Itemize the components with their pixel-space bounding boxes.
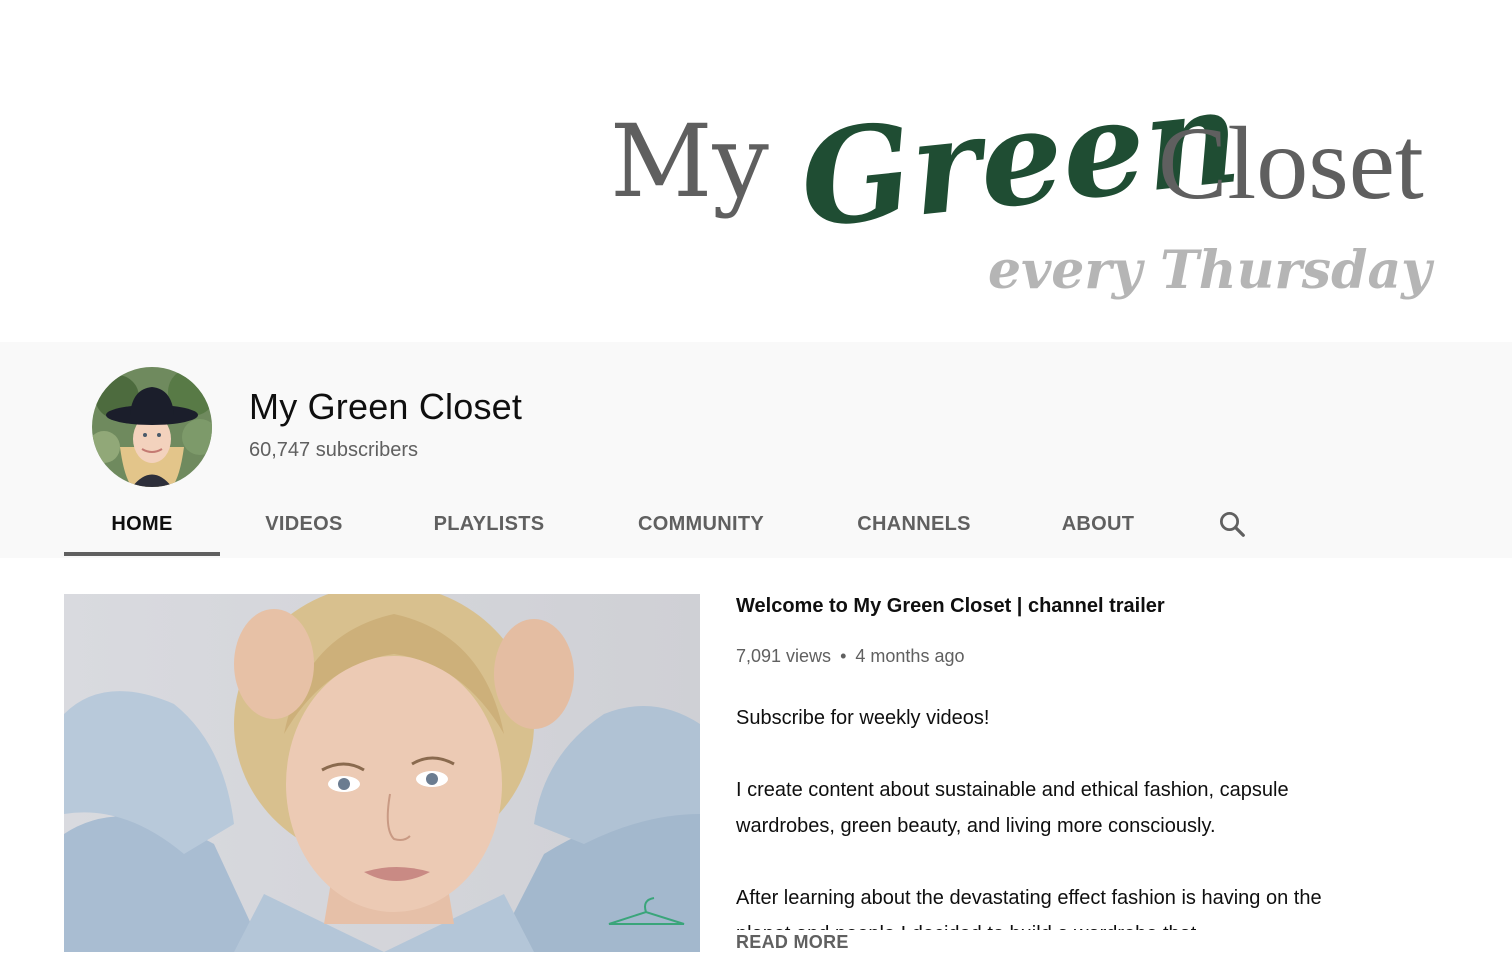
description-paragraph: I create content about sustainable and e… bbox=[736, 779, 1289, 837]
channel-tabs: HOME VIDEOS PLAYLISTS COMMUNITY CHANNELS… bbox=[64, 490, 1262, 558]
video-description: Subscribe for weekly videos! I create co… bbox=[736, 700, 1356, 930]
avatar-photo-icon bbox=[92, 367, 212, 487]
tab-home[interactable]: HOME bbox=[64, 490, 220, 558]
featured-video-title[interactable]: Welcome to My Green Closet | channel tra… bbox=[736, 590, 1356, 622]
tab-community[interactable]: COMMUNITY bbox=[590, 490, 812, 558]
tab-channels[interactable]: CHANNELS bbox=[812, 490, 1016, 558]
featured-video-info: Welcome to My Green Closet | channel tra… bbox=[736, 590, 1356, 668]
search-icon bbox=[1220, 512, 1245, 537]
featured-video-player[interactable] bbox=[64, 594, 700, 952]
subscriber-count: 60,747 subscribers bbox=[249, 439, 418, 461]
view-count: 7,091 views bbox=[736, 646, 832, 666]
video-meta: 7,091 views • 4 months ago bbox=[736, 644, 1356, 668]
banner-tagline: every Thursday bbox=[988, 240, 1435, 301]
tab-playlists[interactable]: PLAYLISTS bbox=[388, 490, 590, 558]
banner-word-my: My bbox=[610, 103, 769, 220]
channel-name: My Green Closet bbox=[249, 386, 523, 427]
tab-about[interactable]: ABOUT bbox=[1016, 490, 1180, 558]
tab-videos[interactable]: VIDEOS bbox=[220, 490, 388, 558]
channel-search-button[interactable] bbox=[1202, 490, 1262, 558]
meta-separator: • bbox=[840, 646, 847, 666]
description-paragraph: Subscribe for weekly videos! bbox=[736, 707, 990, 729]
channel-header: My Green Closet 60,747 subscribers HOME … bbox=[0, 342, 1512, 558]
banner-word-closet: Closet bbox=[1158, 106, 1424, 221]
read-more-button[interactable]: READ MORE bbox=[736, 932, 849, 953]
banner-artwork: My Green Closet every Thursday bbox=[610, 59, 1435, 301]
upload-age: 4 months ago bbox=[855, 646, 965, 666]
channel-banner: My Green Closet every Thursday bbox=[0, 0, 1512, 342]
channel-avatar[interactable] bbox=[92, 367, 212, 487]
video-thumbnail-image bbox=[64, 594, 700, 952]
description-paragraph: After learning about the devastating eff… bbox=[736, 887, 1322, 930]
